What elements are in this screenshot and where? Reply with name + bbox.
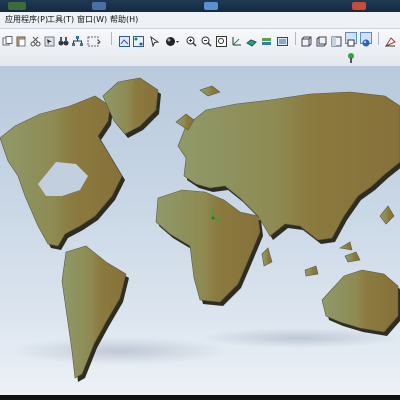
zoom-extent-icon[interactable] — [216, 32, 227, 47]
shade-icon[interactable] — [360, 32, 372, 47]
pointer-icon[interactable] — [149, 32, 160, 48]
copy-icon[interactable] — [2, 32, 13, 46]
cube-front-icon[interactable] — [301, 32, 312, 47]
island — [199, 85, 221, 97]
select-icon[interactable] — [44, 32, 55, 47]
surface-icon[interactable] — [246, 32, 257, 47]
island-greenland — [102, 77, 159, 135]
zoom-in-icon[interactable] — [186, 32, 197, 47]
floor-reflection — [10, 337, 230, 365]
menu-bar: 应用程序(P) 工具(T) 窗口(W) 帮助(H) — [0, 12, 400, 29]
toolbar-separator — [295, 32, 296, 45]
render-icon[interactable] — [277, 32, 288, 46]
taskbar-app-button[interactable] — [352, 2, 366, 10]
hierarchy-icon[interactable] — [72, 32, 83, 46]
island — [379, 205, 395, 225]
island — [339, 241, 353, 251]
toolbar-separator — [378, 32, 379, 45]
frame-icon[interactable] — [119, 32, 130, 47]
menu-tools[interactable]: 工具(T) — [47, 14, 74, 26]
continent-africa — [155, 189, 261, 303]
taskbar-app-button[interactable] — [8, 2, 26, 10]
taskbar-app-button[interactable] — [92, 2, 106, 10]
menu-applications[interactable]: 应用程序(P) — [5, 14, 48, 26]
toolbar-separator — [111, 32, 112, 45]
pick-icon[interactable] — [133, 32, 144, 47]
layers-icon[interactable] — [261, 32, 272, 45]
world-map-model — [0, 77, 400, 382]
pin-icon[interactable] — [346, 49, 356, 63]
zoom-out-icon[interactable] — [201, 32, 212, 47]
view-select-icon[interactable] — [345, 32, 357, 47]
island — [344, 251, 361, 263]
cut-icon[interactable] — [30, 32, 41, 47]
grid-icon[interactable] — [87, 32, 101, 47]
sphere-icon[interactable] — [165, 32, 179, 46]
paste-icon[interactable] — [16, 32, 27, 47]
menu-window[interactable]: 窗口(W) — [77, 14, 107, 26]
island — [304, 265, 319, 277]
draw-icon[interactable] — [384, 32, 396, 48]
menu-help[interactable]: 帮助(H) — [110, 14, 138, 26]
3d-viewport[interactable] — [0, 66, 400, 400]
toolbar — [0, 29, 400, 67]
status-bar — [0, 395, 400, 400]
cube-back-icon[interactable] — [316, 32, 327, 47]
binoculars-icon[interactable] — [58, 32, 69, 46]
axis-icon[interactable] — [231, 32, 242, 46]
island — [261, 247, 273, 267]
taskbar-app-button[interactable] — [204, 2, 218, 10]
taskbar — [0, 0, 400, 12]
continent-australia — [321, 269, 399, 333]
cube-side-icon[interactable] — [331, 32, 342, 47]
